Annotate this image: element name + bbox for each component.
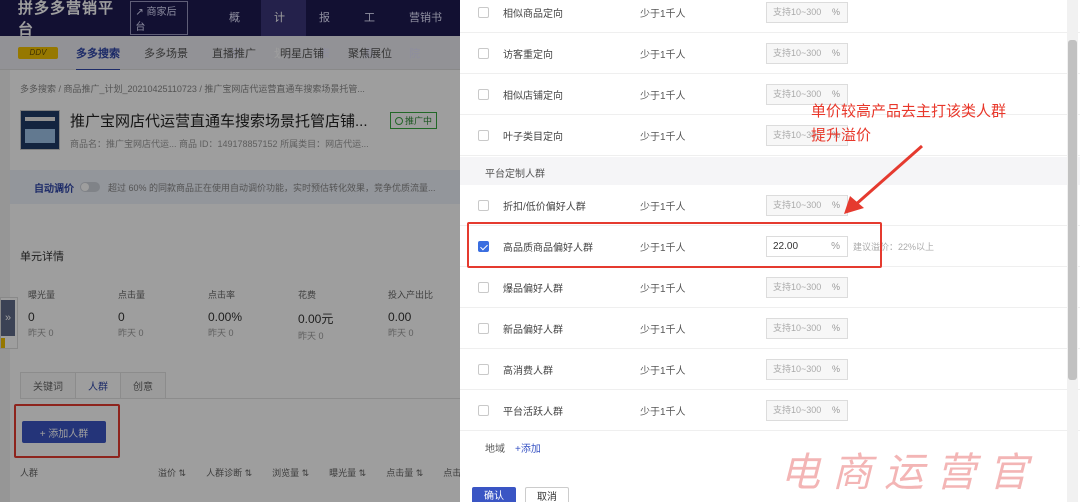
audience-population: 少于1千人 bbox=[640, 407, 686, 418]
highlight-box-high-quality bbox=[467, 222, 882, 268]
percent-suffix: % bbox=[831, 405, 840, 415]
background-page: 拼多多营销平台 ↗ 商家后台 概况 计划 报表 工具 营销书院 DDV 多多搜索… bbox=[0, 0, 460, 502]
audience-population: 少于1千人 bbox=[640, 284, 686, 295]
modal-overlay[interactable] bbox=[0, 0, 460, 502]
premium-input[interactable]: 支持10~300% bbox=[766, 318, 848, 339]
audience-name: 新品偏好人群 bbox=[503, 325, 563, 336]
annotation-arrow-icon bbox=[844, 144, 923, 214]
section-label: 平台定制人群 bbox=[485, 169, 545, 180]
percent-suffix: % bbox=[831, 48, 840, 58]
audience-name: 折扣/低价偏好人群 bbox=[503, 202, 586, 213]
audience-name: 相似商品定向 bbox=[503, 9, 563, 20]
premium-input-placeholder: 支持10~300 bbox=[773, 200, 822, 210]
audience-checkbox[interactable] bbox=[478, 364, 489, 375]
audience-checkbox[interactable] bbox=[478, 405, 489, 416]
percent-suffix: % bbox=[831, 323, 840, 333]
section-platform-custom: 平台定制人群 bbox=[460, 157, 1080, 185]
audience-name: 相似店铺定向 bbox=[503, 91, 563, 102]
audience-population: 少于1千人 bbox=[640, 132, 686, 143]
audience-checkbox[interactable] bbox=[478, 323, 489, 334]
audience-checkbox[interactable] bbox=[478, 89, 489, 100]
audience-population: 少于1千人 bbox=[640, 366, 686, 377]
watermark-text: 电商运营官 bbox=[780, 450, 1040, 496]
premium-input[interactable]: 支持10~300% bbox=[766, 359, 848, 380]
audience-checkbox[interactable] bbox=[478, 130, 489, 141]
audience-name: 高消费人群 bbox=[503, 366, 553, 377]
audience-row-platform-active: 平台活跃人群 少于1千人 支持10~300% bbox=[460, 390, 1080, 431]
confirm-button[interactable]: 确认 bbox=[472, 487, 516, 502]
premium-input[interactable]: 支持10~300% bbox=[766, 43, 848, 64]
audience-population: 少于1千人 bbox=[640, 202, 686, 213]
audience-name: 访客重定向 bbox=[503, 50, 553, 61]
arrow-shaft bbox=[853, 144, 923, 208]
percent-suffix: % bbox=[831, 364, 840, 374]
premium-input-placeholder: 支持10~300 bbox=[773, 89, 822, 99]
premium-input-placeholder: 支持10~300 bbox=[773, 48, 822, 58]
premium-input-placeholder: 支持10~300 bbox=[773, 323, 822, 333]
cancel-button[interactable]: 取消 bbox=[525, 487, 569, 502]
audience-name: 平台活跃人群 bbox=[503, 407, 563, 418]
audience-row-hot-product: 爆品偏好人群 少于1千人 支持10~300% bbox=[460, 267, 1080, 308]
audience-population: 少于1千人 bbox=[640, 91, 686, 102]
premium-input[interactable]: 支持10~300% bbox=[766, 195, 848, 216]
audience-checkbox[interactable] bbox=[478, 282, 489, 293]
percent-suffix: % bbox=[831, 200, 840, 210]
audience-drawer: 相似商品定向 少于1千人 支持10~300% 访客重定向 少于1千人 支持10~… bbox=[460, 0, 1080, 502]
audience-checkbox[interactable] bbox=[478, 48, 489, 59]
premium-input-placeholder: 支持10~300 bbox=[773, 7, 822, 17]
drawer-scrollbar[interactable] bbox=[1067, 0, 1078, 502]
region-row: 地域 +添加 bbox=[485, 440, 541, 455]
region-label: 地域 bbox=[485, 444, 505, 455]
audience-row-visitor-retarget: 访客重定向 少于1千人 支持10~300% bbox=[460, 33, 1080, 74]
audience-population: 少于1千人 bbox=[640, 9, 686, 20]
percent-suffix: % bbox=[831, 7, 840, 17]
premium-input-placeholder: 支持10~300 bbox=[773, 282, 822, 292]
audience-row-similar-product: 相似商品定向 少于1千人 支持10~300% bbox=[460, 0, 1080, 33]
audience-checkbox[interactable] bbox=[478, 7, 489, 18]
audience-row-new-product: 新品偏好人群 少于1千人 支持10~300% bbox=[460, 308, 1080, 349]
audience-population: 少于1千人 bbox=[640, 325, 686, 336]
audience-name: 叶子类目定向 bbox=[503, 132, 563, 143]
premium-input[interactable]: 支持10~300% bbox=[766, 277, 848, 298]
percent-suffix: % bbox=[831, 282, 840, 292]
audience-row-high-spend: 高消费人群 少于1千人 支持10~300% bbox=[460, 349, 1080, 390]
premium-input[interactable]: 支持10~300% bbox=[766, 400, 848, 421]
audience-checkbox[interactable] bbox=[478, 200, 489, 211]
region-add-link[interactable]: +添加 bbox=[515, 444, 541, 455]
audience-population: 少于1千人 bbox=[640, 50, 686, 61]
annotation-line-1: 单价较高产品去主打该类人群 bbox=[811, 103, 1007, 120]
premium-input-placeholder: 支持10~300 bbox=[773, 364, 822, 374]
premium-input-placeholder: 支持10~300 bbox=[773, 405, 822, 415]
audience-name: 爆品偏好人群 bbox=[503, 284, 563, 295]
audience-row-discount: 折扣/低价偏好人群 少于1千人 支持10~300% bbox=[460, 185, 1080, 226]
premium-input[interactable]: 支持10~300% bbox=[766, 2, 848, 23]
scroll-thumb[interactable] bbox=[1068, 40, 1077, 380]
